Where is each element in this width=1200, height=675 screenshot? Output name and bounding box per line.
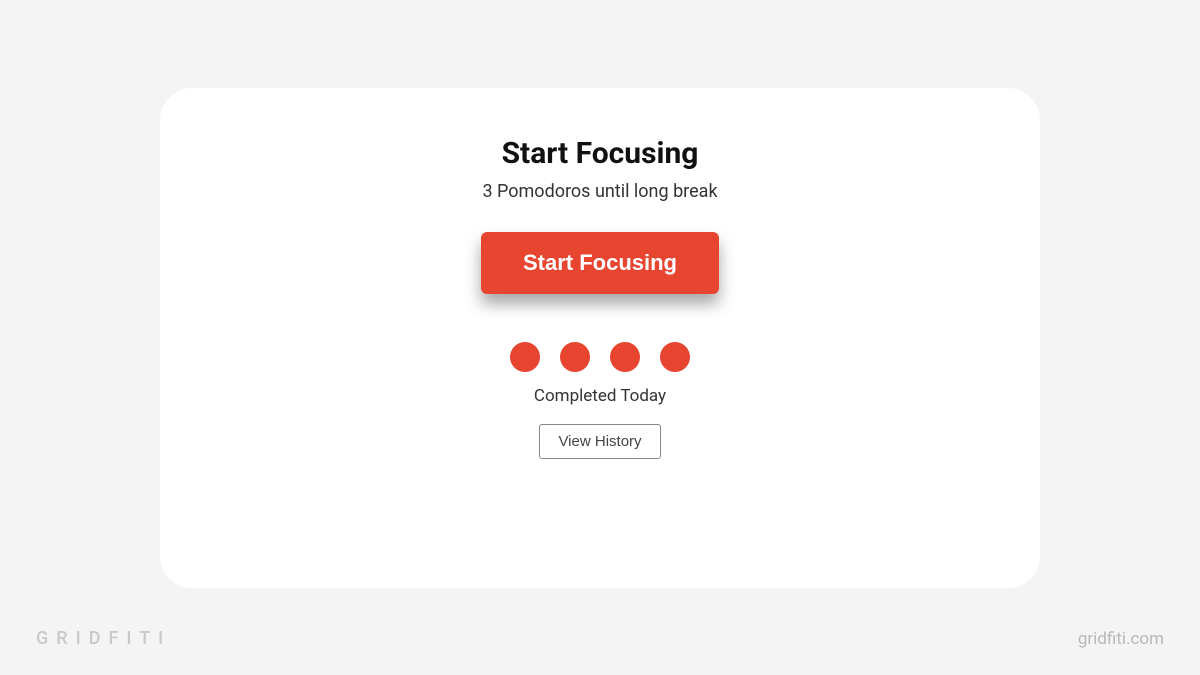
page-title: Start Focusing — [502, 136, 699, 171]
pomodoro-card: Start Focusing 3 Pomodoros until long br… — [160, 88, 1040, 588]
subtitle-text: 3 Pomodoros until long break — [482, 181, 717, 202]
pomodoro-dot-icon — [660, 342, 690, 372]
pomodoro-dot-icon — [610, 342, 640, 372]
pomodoro-dots-container — [510, 342, 690, 372]
start-focusing-button[interactable]: Start Focusing — [481, 232, 719, 294]
pomodoro-dot-icon — [560, 342, 590, 372]
watermark-logo: GRIDFITI — [36, 628, 171, 649]
view-history-button[interactable]: View History — [539, 424, 660, 459]
watermark-url: gridfiti.com — [1078, 629, 1164, 649]
completed-today-label: Completed Today — [534, 386, 666, 406]
pomodoro-dot-icon — [510, 342, 540, 372]
